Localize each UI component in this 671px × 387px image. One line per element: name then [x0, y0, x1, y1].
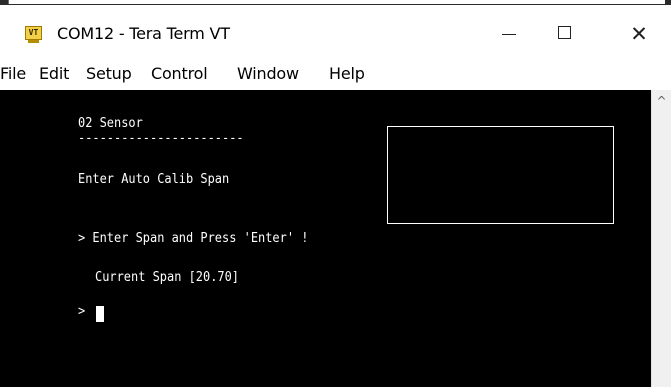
menu-help[interactable]: Help	[329, 64, 365, 83]
teraterm-vt-icon[interactable]: VT	[25, 26, 42, 43]
terminal-input-prompt: >	[78, 304, 86, 319]
terminal-heading: 02 Sensor	[78, 116, 143, 131]
minimize-icon	[502, 34, 516, 35]
overlay-rectangle	[387, 126, 614, 224]
menu-control[interactable]: Control	[151, 64, 208, 83]
menu-bar: File Edit Setup Control Window Help	[0, 60, 671, 88]
text-cursor	[96, 306, 104, 322]
window-title: COM12 - Tera Term VT	[57, 24, 230, 43]
menu-file[interactable]: File	[0, 64, 26, 83]
vertical-scrollbar[interactable]: ^	[651, 90, 671, 387]
terminal-area[interactable]: 02 Sensor ----------------------- Enter …	[0, 90, 651, 387]
menu-setup[interactable]: Setup	[86, 64, 132, 83]
menu-window[interactable]: Window	[237, 64, 299, 83]
minimize-button[interactable]	[486, 16, 532, 52]
maximize-icon	[558, 26, 571, 39]
close-button[interactable]: ✕	[616, 16, 662, 52]
terminal-prompt-line: > Enter Span and Press 'Enter' !	[78, 231, 309, 246]
title-bar[interactable]: VT COM12 - Tera Term VT ✕	[0, 16, 671, 52]
menu-edit[interactable]: Edit	[39, 64, 69, 83]
background-window-edge	[0, 0, 671, 5]
maximize-button[interactable]	[543, 16, 589, 52]
terminal-divider: -----------------------	[78, 131, 244, 146]
terminal-mode-line: Enter Auto Calib Span	[78, 172, 230, 187]
scroll-up-arrow-icon[interactable]: ^	[652, 92, 671, 110]
close-icon: ✕	[630, 22, 648, 46]
terminal-current-span: Current Span [20.70]	[95, 270, 240, 285]
